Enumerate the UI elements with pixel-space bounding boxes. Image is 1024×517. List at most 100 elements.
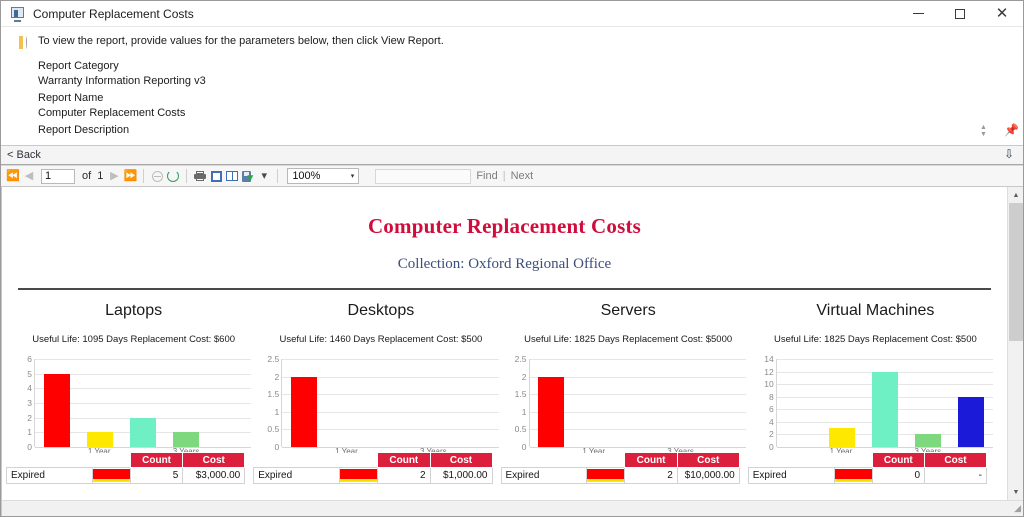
chart-row: LaptopsUseful Life: 1095 Days Replacemen… [2, 296, 1007, 471]
maximize-button[interactable] [939, 1, 981, 27]
bar-slot [455, 359, 498, 447]
back-bar: < Back ⇩ [1, 146, 1023, 165]
bar-slot [573, 359, 616, 447]
title-divider [18, 288, 991, 290]
chevron-double-down-icon[interactable]: ⇩ [1004, 148, 1014, 160]
table-header-row: CountCost [748, 453, 986, 468]
chart-subtitle: Useful Life: 1095 Days Replacement Cost:… [16, 334, 251, 345]
report-canvas: Computer Replacement Costs Collection: O… [2, 187, 1007, 500]
bar[interactable] [872, 372, 898, 447]
bar[interactable] [173, 432, 199, 447]
row-color-swatch [92, 468, 130, 484]
param-value-report-name[interactable]: Computer Replacement Costs [38, 106, 1023, 121]
toolbar-separator-2 [186, 169, 187, 183]
row-label: Expired [7, 468, 93, 484]
bar-group [530, 359, 746, 447]
bar-slot [326, 359, 369, 447]
bar[interactable] [130, 418, 156, 447]
summary-tables-row: CountCostExpired5$3,000.00CountCostExpir… [2, 452, 991, 490]
chart-title: Servers [511, 302, 746, 320]
row-color-swatch [587, 468, 625, 484]
plot [529, 359, 746, 447]
bar[interactable] [87, 432, 113, 447]
plot [281, 359, 498, 447]
minimize-button[interactable] [897, 1, 939, 27]
row-cost: - [925, 468, 987, 484]
y-tick-label: 3 [27, 398, 32, 408]
row-count: 0 [872, 468, 924, 484]
param-value-report-category[interactable]: Warranty Information Reporting v3 [38, 74, 1023, 89]
find-next-button[interactable]: Next [506, 170, 539, 182]
toolbar-separator-1 [143, 169, 144, 183]
table-header-cost: Cost [677, 453, 739, 468]
chart-column-2: Servers Useful Life: 1825 Days Replacemen… [505, 296, 752, 471]
bar-slot [907, 359, 950, 447]
bar-slot [820, 359, 863, 447]
y-tick-label: 2 [522, 372, 527, 382]
export-dropdown-caret[interactable]: ▾ [256, 167, 272, 185]
previous-page-icon[interactable]: ◀ [21, 167, 37, 185]
next-page-icon[interactable]: ▶ [106, 167, 122, 185]
resize-grip-icon[interactable]: ◢ [1010, 504, 1021, 515]
bar[interactable] [538, 377, 564, 447]
table-row: Expired2$10,000.00 [501, 468, 739, 484]
bar-slot [863, 359, 906, 447]
bar[interactable] [829, 428, 855, 447]
horizontal-scrollbar[interactable]: ◢ [2, 500, 1023, 516]
y-tick-label: 0 [522, 442, 527, 452]
spinner-icon[interactable]: ▲▼ [977, 123, 990, 139]
page-subtitle: Collection: Oxford Regional Office [2, 256, 1007, 273]
last-page-icon[interactable]: ⏩ [122, 167, 138, 185]
chart-subtitle: Useful Life: 1825 Days Replacement Cost:… [511, 334, 746, 345]
export-save-icon[interactable]: ▼ [240, 167, 256, 185]
y-tick-label: 10 [764, 379, 773, 389]
row-label: Expired [501, 468, 587, 484]
find-input[interactable] [375, 169, 471, 184]
chart-subtitle: Useful Life: 1460 Days Replacement Cost:… [263, 334, 498, 345]
parameter-pane: To view the report, provide values for t… [1, 27, 1023, 146]
chart-column-0: LaptopsUseful Life: 1095 Days Replacemen… [10, 296, 257, 471]
pin-icon[interactable]: 📌 [1004, 124, 1017, 139]
close-button[interactable]: ✕ [981, 1, 1023, 27]
vertical-scrollbar[interactable]: ▲ ▼ [1007, 187, 1023, 500]
print-icon[interactable] [192, 167, 208, 185]
stop-icon[interactable] [149, 167, 165, 185]
page-total-label: 1 [94, 170, 106, 182]
bar-slot [616, 359, 659, 447]
refresh-icon[interactable] [165, 167, 181, 185]
bar[interactable] [958, 397, 984, 447]
parameter-intro: To view the report, provide values for t… [1, 35, 1023, 50]
page-setup-icon[interactable] [224, 167, 240, 185]
back-link[interactable]: < Back [7, 149, 41, 161]
parameter-fields: Report Category Warranty Information Rep… [1, 59, 1023, 138]
bar-slot [35, 359, 78, 447]
row-count: 5 [130, 468, 182, 484]
find-button[interactable]: Find [471, 170, 502, 182]
y-tick-label: 4 [769, 417, 774, 427]
bar[interactable] [291, 377, 317, 447]
param-label-report-category: Report Category [38, 59, 1023, 74]
scroll-down-arrow[interactable]: ▼ [1008, 484, 1023, 500]
print-layout-icon[interactable] [208, 167, 224, 185]
summary-table-2: CountCostExpired2$10,000.00 [497, 452, 744, 490]
bar[interactable] [44, 374, 70, 447]
bar-group [35, 359, 251, 447]
y-tick-label: 2.5 [515, 354, 527, 364]
table-header-row: CountCost [254, 453, 492, 468]
bar-slot [122, 359, 165, 447]
table-header-swatch [92, 453, 130, 468]
pane-right-controls: ▲▼ 📌 [977, 123, 1017, 139]
plot [776, 359, 993, 447]
y-axis: 00.511.522.5 [263, 359, 281, 447]
y-tick-label: 1.5 [267, 389, 279, 399]
summary-table-1: CountCostExpired2$1,000.00 [249, 452, 496, 490]
bar[interactable] [915, 434, 941, 447]
first-page-icon[interactable]: ⏪ [5, 167, 21, 185]
page-number-input[interactable]: 1 [41, 169, 75, 184]
summary-table-3: CountCostExpired0- [744, 452, 991, 490]
vertical-scroll-thumb[interactable] [1009, 203, 1023, 341]
zoom-select[interactable]: 100% ▾ [287, 168, 359, 184]
scroll-up-arrow[interactable]: ▲ [1008, 187, 1023, 203]
bar-slot [369, 359, 412, 447]
table-header-swatch [340, 453, 378, 468]
